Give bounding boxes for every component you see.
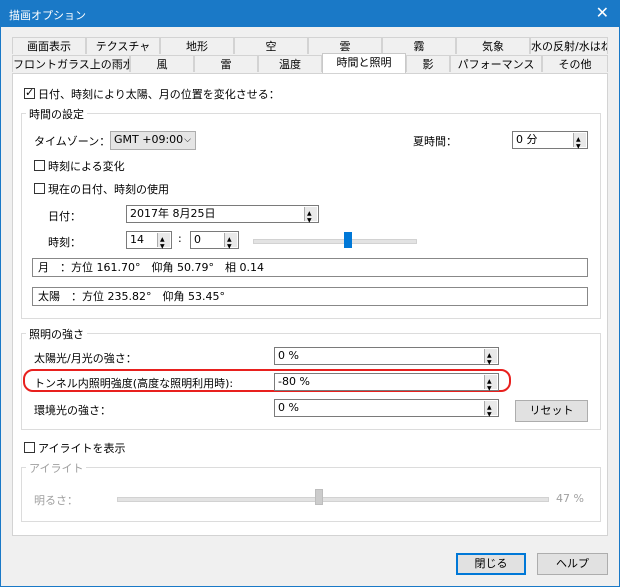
tab-terrain[interactable]: 地形 [160,37,234,54]
tab-water-reflection[interactable]: 水の反射/水はね [530,37,608,54]
use-datetime-label: 日付、時刻により太陽、月の位置を変化させる： [38,88,280,101]
brightness-slider-track[interactable] [117,497,549,502]
hour-value: 14 [130,233,144,246]
window-title: 描画オプション [9,9,86,22]
tab-fog[interactable]: 霧 [382,37,456,54]
tab-other[interactable]: その他 [542,55,608,72]
tab-lightning[interactable]: 雷 [194,55,258,72]
hour-spin-icon[interactable] [157,232,170,255]
timezone-select[interactable]: GMT +09:00 ⌵ [110,131,196,150]
tab-wind[interactable]: 風 [130,55,194,72]
ambient-intensity-stepper[interactable]: 0 % [274,399,499,423]
eyelight-label: アイライトを表示 [38,442,126,455]
ambient-intensity-label: 環境光の強さ： [34,404,111,417]
ambient-spin-icon[interactable] [484,400,497,423]
lighting-legend: 照明の強さ [26,326,87,342]
dst-value: 0 分 [516,133,538,146]
time-separator: : [178,232,182,245]
tab-screen-display[interactable]: 画面表示 [12,37,86,54]
eyelight-legend: アイライト [26,460,87,476]
use-datetime-checkbox[interactable] [24,86,35,99]
tab-shadow[interactable]: 影 [406,55,450,72]
tab-windshield-rain[interactable]: フロントガラス上の雨水 [12,55,130,72]
date-spin-icon[interactable] [304,206,317,229]
use-current-checkbox[interactable] [34,183,45,194]
eyelight-checkbox[interactable] [24,442,35,453]
title-bar: 描画オプション ✕ [1,1,619,27]
dst-label: 夏時間： [413,135,457,148]
dst-stepper[interactable]: 0 分 [512,131,588,155]
time-settings-legend: 時間の設定 [26,106,87,122]
tunnel-spin-icon[interactable] [484,374,497,397]
sun-moon-intensity-stepper[interactable]: 0 % [274,347,499,371]
ambient-intensity-value: 0 % [278,401,299,414]
minute-spin-icon[interactable] [224,232,237,255]
eyelight-group [21,467,601,522]
tunnel-intensity-label: トンネル内照明強度(高度な照明利用時): [34,377,234,390]
brightness-label: 明るさ： [34,494,78,507]
time-label: 時刻： [48,236,81,249]
dialog-window: 描画オプション ✕ 画面表示 テクスチャ 地形 空 雲 霧 気象 水の反射/水は… [0,0,620,587]
brightness-slider-thumb[interactable] [315,489,324,505]
tab-sky[interactable]: 空 [234,37,308,54]
sun-moon-intensity-label: 太陽光/月光の強さ： [34,352,137,365]
date-label: 日付： [48,210,81,223]
change-by-time-checkbox[interactable] [34,160,45,171]
tab-panel: 日付、時刻により太陽、月の位置を変化させる： 時間の設定 タイムゾーン： GMT… [12,73,608,536]
time-slider-track[interactable] [253,239,417,244]
timezone-value: GMT +09:00 [114,133,184,146]
time-slider-thumb[interactable] [344,232,353,248]
chevron-down-icon: ⌵ [184,135,191,145]
sun-moon-intensity-value: 0 % [278,349,299,362]
date-field[interactable]: 2017年 8月25日 [126,205,319,229]
close-icon[interactable]: ✕ [596,4,609,22]
minute-stepper[interactable]: 0 [190,231,239,255]
tab-clouds[interactable]: 雲 [308,37,382,54]
timezone-label: タイムゾーン： [34,135,111,148]
sun-info: 太陽 ：方位 235.82° 仰角 53.45° [32,287,588,306]
dst-spin-icon[interactable] [573,132,586,155]
tab-weather[interactable]: 気象 [456,37,530,54]
reset-button[interactable]: リセット [515,400,588,422]
tunnel-intensity-value: -80 % [278,375,310,388]
brightness-value: 47 % [556,492,584,505]
help-button[interactable]: ヘルプ [537,553,608,575]
change-by-time-label: 時刻による変化 [48,160,125,173]
close-button[interactable]: 閉じる [456,553,526,575]
tab-temperature[interactable]: 温度 [258,55,322,72]
use-current-label: 現在の日付、時刻の使用 [48,183,169,196]
sun-moon-spin-icon[interactable] [484,348,497,371]
date-value: 2017年 8月25日 [130,207,216,220]
tab-time-and-lighting[interactable]: 時間と照明 [322,53,406,73]
hour-stepper[interactable]: 14 [126,231,172,255]
tab-performance[interactable]: パフォーマンス [450,55,542,72]
tunnel-intensity-stepper[interactable]: -80 % [274,373,499,397]
minute-value: 0 [194,233,201,246]
moon-info: 月 ：方位 161.70° 仰角 50.79° 相 0.14 [32,258,588,277]
tab-texture[interactable]: テクスチャ [86,37,160,54]
